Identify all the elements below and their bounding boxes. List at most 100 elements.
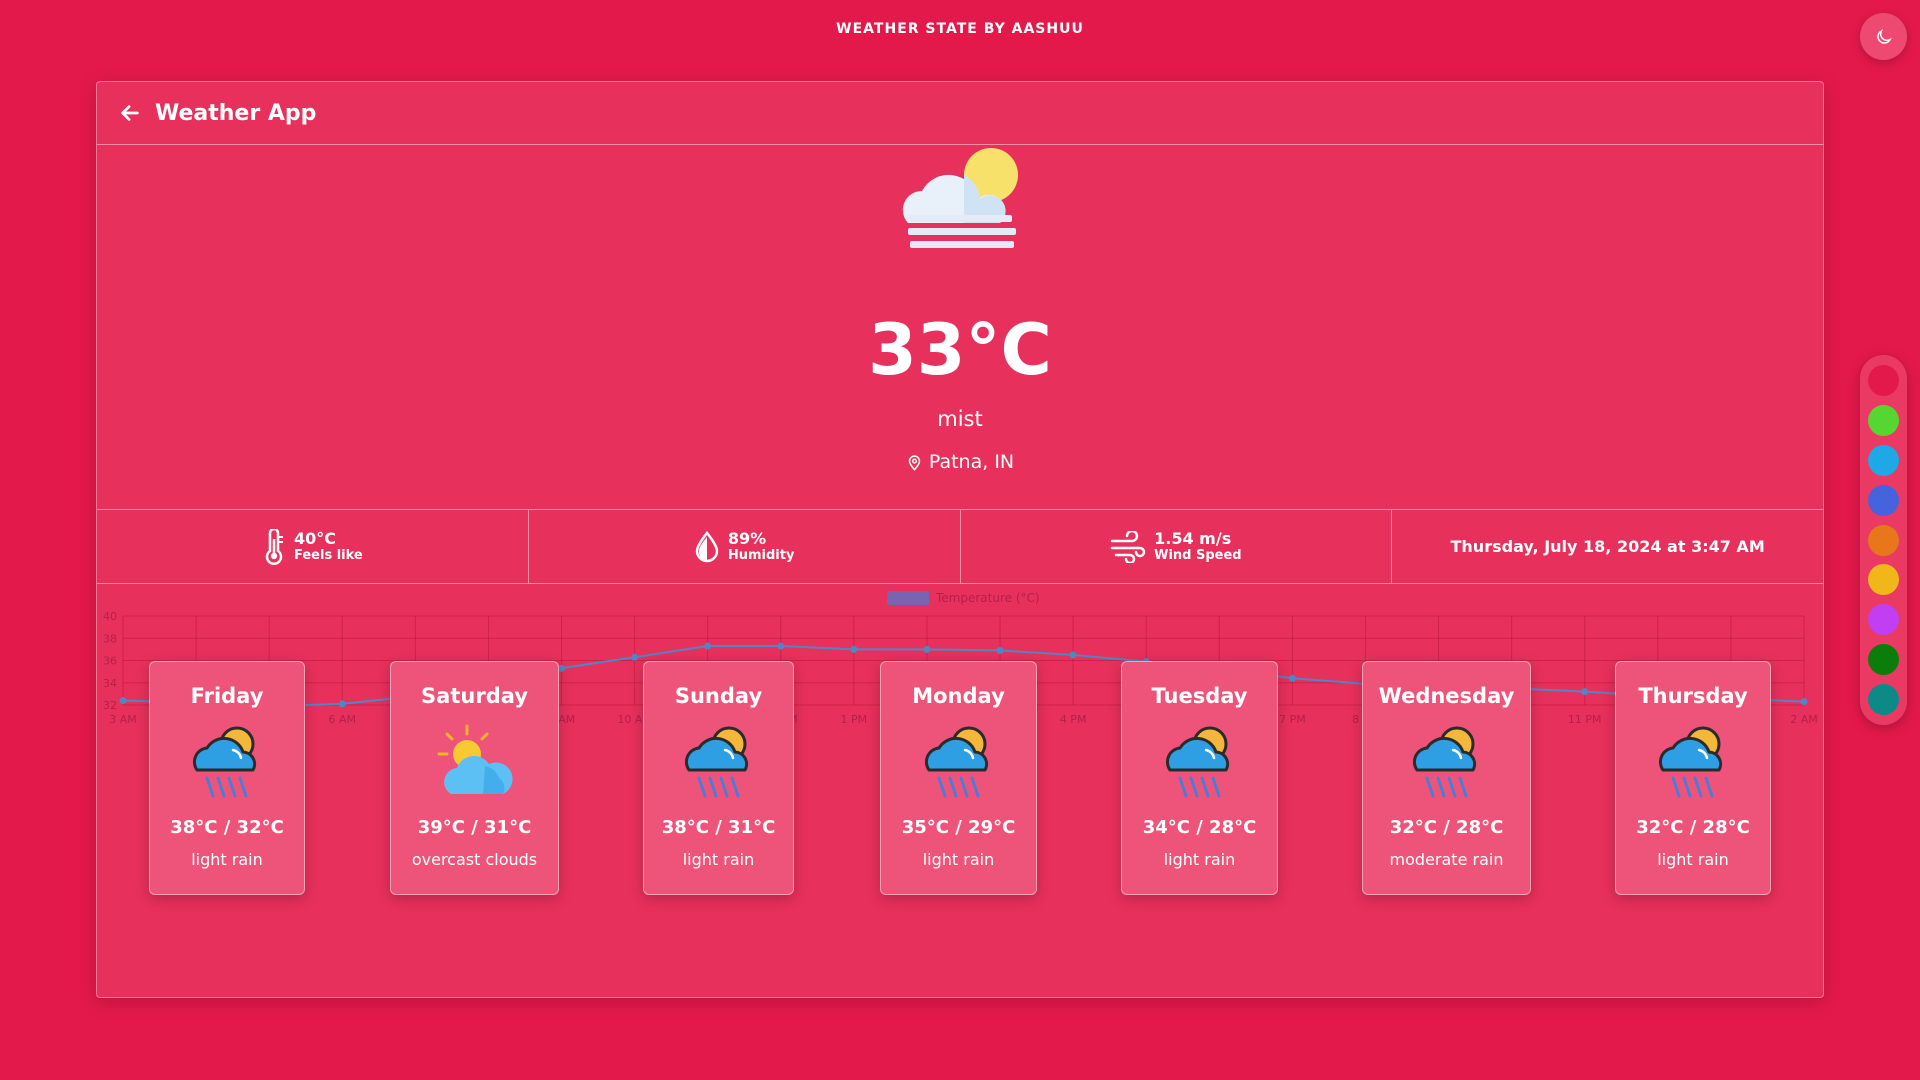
forecast-description: overcast clouds (411, 850, 538, 869)
rain-cloud-icon (1658, 726, 1723, 798)
feels-like-value: 40°C (294, 528, 337, 548)
forecast-day: Wednesday (1378, 684, 1515, 708)
forecast-card-thursday: Thursday 32°C / 28°C light rain (1615, 661, 1771, 895)
location-text: Patna, IN (928, 451, 1015, 473)
arrow-left-icon (121, 105, 139, 121)
chart-x-tick-label: 7 PM (1279, 713, 1306, 726)
chart-data-point (558, 664, 566, 672)
forecast-day: Saturday (421, 684, 528, 708)
forecast-card-monday: Monday 35°C / 29°C light rain (880, 661, 1037, 895)
location: Patna, IN (97, 451, 1823, 473)
forecast-card-saturday: Saturday 39°C / 31°C overcast clouds (390, 661, 559, 895)
forecast-description: light rain (682, 850, 755, 869)
chart-data-point (1800, 698, 1808, 706)
chart-data-point (119, 697, 127, 705)
datetime-stat: Thursday, July 18, 2024 at 3:47 AM (1392, 510, 1823, 583)
theme-color-swatch-orange[interactable] (1868, 524, 1899, 556)
chart-data-point (704, 642, 712, 650)
chart-y-tick-label: 38 (103, 632, 117, 645)
theme-color-swatch-blue[interactable] (1868, 484, 1899, 516)
theme-color-swatch-dark-green[interactable] (1868, 644, 1899, 676)
rain-cloud-icon (924, 726, 988, 798)
forecast-day: Friday (190, 684, 264, 708)
humidity-value: 89% (727, 528, 767, 548)
rain-cloud-icon (684, 726, 748, 798)
forecast-temperature: 39°C / 31°C (417, 817, 532, 838)
chart-x-tick-label: 4 PM (1060, 713, 1087, 726)
chart-legend-label: Temperature (°C) (935, 591, 1040, 605)
app-title: Weather App (155, 100, 317, 126)
forecast-temperature: 32°C / 28°C (1636, 817, 1750, 838)
chart-data-point (923, 645, 931, 653)
chart-x-tick-label: 6 AM (329, 713, 357, 726)
thermometer-icon (265, 528, 283, 565)
theme-color-palette (1860, 355, 1907, 725)
forecast-description: moderate rain (1389, 850, 1504, 869)
back-button[interactable]: Weather App (119, 101, 316, 126)
forecast-card-friday: Friday 38°C / 32°C light rain (149, 661, 305, 895)
chart-data-point (850, 645, 858, 653)
rain-cloud-icon (1412, 726, 1476, 798)
current-datetime: Thursday, July 18, 2024 at 3:47 AM (1450, 537, 1765, 556)
chart-data-point (777, 642, 785, 650)
chart-data-point (1581, 688, 1589, 696)
humidity-label: Humidity (727, 547, 795, 563)
current-weather: 33°C mist Patna, IN (97, 145, 1823, 510)
chart-data-point (1069, 651, 1077, 659)
current-temperature: 33°C (868, 309, 1052, 391)
forecast-day: Sunday (674, 684, 763, 708)
card-header: Weather App (97, 82, 1823, 145)
map-pin-icon (908, 454, 921, 471)
chart-y-tick-label: 34 (103, 677, 117, 690)
chart-y-tick-label: 36 (103, 655, 117, 668)
chart-y-tick-label: 32 (103, 699, 117, 712)
chart-x-tick-label: 1 PM (841, 713, 868, 726)
mist-icon (902, 148, 1018, 248)
chart-x-tick-label: 2 AM (1790, 713, 1818, 726)
theme-color-swatch-teal[interactable] (1868, 684, 1899, 715)
chart-data-point (996, 646, 1004, 654)
theme-color-swatch-sky-blue[interactable] (1868, 444, 1899, 476)
wind-speed-label: Wind Speed (1154, 547, 1242, 563)
theme-color-swatch-green[interactable] (1868, 404, 1899, 436)
forecast-temperature: 34°C / 28°C (1142, 817, 1257, 838)
forecast-temperature: 38°C / 32°C (170, 817, 284, 838)
forecast-description: light rain (191, 850, 263, 869)
weather-description: mist (937, 407, 983, 431)
humidity-stat: 89% Humidity (529, 510, 961, 583)
wind-speed-value: 1.54 m/s (1154, 528, 1232, 548)
chart-legend-swatch (887, 591, 929, 605)
wind-icon (1110, 530, 1146, 563)
forecast-card-wednesday: Wednesday 32°C / 28°C moderate rain (1362, 661, 1531, 895)
chart-x-tick-label: 11 PM (1568, 713, 1602, 726)
chart-y-tick-label: 40 (103, 610, 117, 623)
feels-like-stat: 40°C Feels like (97, 510, 529, 583)
theme-color-swatch-yellow[interactable] (1868, 564, 1899, 596)
forecast-temperature: 32°C / 28°C (1389, 817, 1504, 838)
forecast-description: light rain (922, 850, 995, 869)
forecast-description: light rain (1163, 850, 1236, 869)
feels-like-label: Feels like (294, 547, 363, 563)
forecast-temperature: 35°C / 29°C (901, 817, 1016, 838)
stats-row: 40°C Feels like 89% Humidity 1.54 m/s Wi… (97, 510, 1823, 584)
chart-x-tick-label: 3 AM (109, 713, 137, 726)
forecast-card-tuesday: Tuesday 34°C / 28°C light rain (1121, 661, 1278, 895)
wind-speed-stat: 1.54 m/s Wind Speed (961, 510, 1393, 583)
page-title: WEATHER STATE BY AASHUU (836, 21, 1084, 37)
forecast-temperature: 38°C / 31°C (661, 817, 776, 838)
chart-data-point (1288, 674, 1296, 682)
theme-color-swatch-red[interactable] (1868, 365, 1899, 396)
theme-color-swatch-purple[interactable] (1868, 604, 1899, 636)
forecast-day: Tuesday (1151, 684, 1248, 708)
water-drop-icon (695, 530, 719, 562)
rain-cloud-icon (192, 726, 257, 798)
forecast-day: Monday (912, 684, 1005, 708)
sun-cloud-icon (437, 724, 513, 794)
chart-data-point (631, 653, 639, 661)
rain-cloud-icon (1165, 726, 1229, 798)
moon-icon (1876, 28, 1892, 44)
forecast-day: Thursday (1638, 684, 1748, 708)
forecast-description: light rain (1657, 850, 1729, 869)
theme-toggle-button[interactable] (1860, 13, 1907, 60)
forecast-card-sunday: Sunday 38°C / 31°C light rain (643, 661, 794, 895)
